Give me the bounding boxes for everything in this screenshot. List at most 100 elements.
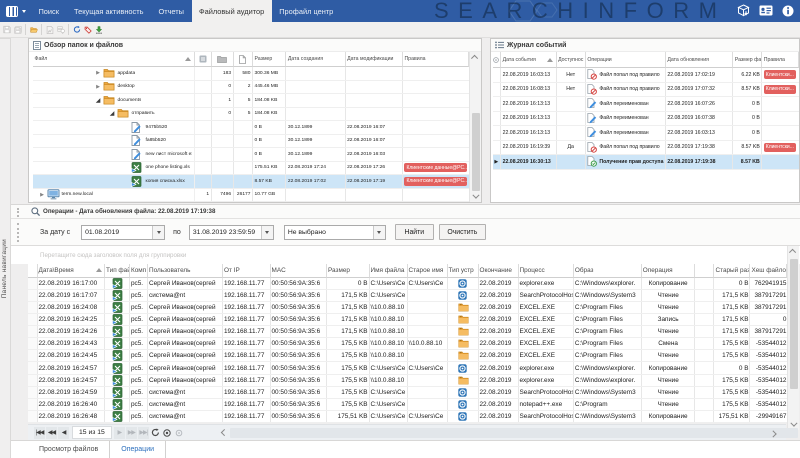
next-group-button[interactable]: ▶▶ xyxy=(125,426,137,439)
column-header-mac[interactable]: MAC xyxy=(270,264,327,278)
column-header-rules-count[interactable] xyxy=(194,52,212,67)
main-tab[interactable]: Профайл центр xyxy=(272,0,341,22)
hscrollbar-thumb[interactable] xyxy=(230,428,798,438)
operation-row[interactable]: 22.08.2019 16:17:07 pc5. система@nt 192.… xyxy=(28,289,788,302)
date-to-dropdown-button[interactable] xyxy=(260,225,273,239)
event-row[interactable]: 22.08.2019 16:30:13 Получение прав досту… xyxy=(492,155,799,170)
operation-row[interactable]: 22.08.2019 16:24:08 pc5. Сергей Иванов(с… xyxy=(28,301,788,314)
column-header-oldname[interactable]: Старое имя xyxy=(407,264,448,278)
column-header-size[interactable]: Размер xyxy=(327,264,370,278)
column-header-process[interactable]: Процесс xyxy=(518,264,574,278)
tree-expand-icon[interactable] xyxy=(94,84,103,90)
license-card-icon[interactable] xyxy=(759,5,773,16)
column-header-end[interactable]: Окончание xyxy=(478,264,519,278)
column-header-file-size[interactable]: Размер фа xyxy=(733,52,763,68)
operation-row[interactable]: 22.08.2019 16:24:45 pc5. Сергей Иванов(с… xyxy=(28,350,788,363)
scroll-down-icon[interactable] xyxy=(470,191,481,202)
event-row[interactable]: 22.08.2019 16:19:39 Да Файл попал под пр… xyxy=(492,140,799,155)
scrollbar-thumb[interactable] xyxy=(789,259,798,389)
folder-tree-row[interactable]: documents 1 5 184.08 KB xyxy=(33,94,469,108)
operation-row[interactable]: 22.08.2019 16:24:57 pc5. Сергей Иванов(с… xyxy=(28,362,788,375)
column-header-oldsize[interactable]: Старый раз xyxy=(714,264,751,278)
event-row[interactable]: 22.08.2019 16:13:13 Файл переименован 22… xyxy=(492,111,799,126)
main-tab[interactable]: Текущая активность xyxy=(66,0,150,22)
folder-tree-row[interactable]: отправить 0 5 184.08 KB xyxy=(33,107,469,121)
main-tab[interactable]: Отчеты xyxy=(151,0,192,22)
operation-row[interactable]: 22.08.2019 16:24:59 pc5. система@nt 192.… xyxy=(28,386,788,399)
last-page-button[interactable]: ▶▶| xyxy=(137,426,149,439)
folder-tree-row[interactable]: term.new.local 1 7496 26177 10.77 GB xyxy=(33,188,469,202)
prev-group-button[interactable]: ◀◀ xyxy=(46,426,57,439)
column-header-event-date[interactable]: Дата события xyxy=(501,52,557,68)
group-by-bar[interactable]: Перетащите сюда заголовок поля для групп… xyxy=(11,246,800,264)
folder-tree-row[interactable]: fa85b520 0 B 30.12.1899 22.08.2019 16:07 xyxy=(33,134,469,148)
reload-page-button[interactable] xyxy=(150,427,161,439)
folder-panel-scrollbar[interactable] xyxy=(469,52,481,202)
operation-row[interactable]: 22.08.2019 16:24:57 pc5. Сергей Иванов(с… xyxy=(28,374,788,387)
tree-expand-icon[interactable] xyxy=(108,110,117,117)
column-header-size[interactable]: Размер xyxy=(252,52,287,67)
stop-button[interactable] xyxy=(162,427,173,439)
folder-tree-row[interactable]: desktop 0 2 445.46 MB xyxy=(33,80,469,94)
search-button[interactable]: Найти xyxy=(394,224,434,240)
product-cube-icon[interactable] xyxy=(737,4,750,17)
column-header-filetype[interactable]: Тип фай xyxy=(105,264,130,278)
operations-scrollbar[interactable] xyxy=(787,246,799,430)
folder-tree-row[interactable]: копия списка.xlsx 8.57 KB 22.08.2019 17:… xyxy=(33,175,469,189)
event-row[interactable]: 22.08.2019 16:08:13 Нет Файл попал под п… xyxy=(492,82,799,97)
open-folder-button[interactable] xyxy=(29,23,39,36)
event-row[interactable]: 22.08.2019 16:13:13 Файл переименован 22… xyxy=(492,126,799,141)
date-from-dropdown-button[interactable] xyxy=(152,225,165,239)
clear-button[interactable]: Очистить xyxy=(438,224,486,240)
date-to-combo[interactable]: 31.08.2019 23:59:59 xyxy=(188,224,274,240)
column-header-datetime[interactable]: Дата\Время xyxy=(37,264,105,278)
export-button[interactable] xyxy=(56,23,66,36)
column-header-updated[interactable]: Дата обновления xyxy=(665,52,734,68)
column-header-rules[interactable]: Правила xyxy=(402,52,469,67)
operation-row[interactable]: 22.08.2019 16:26:40 pc5. система@nt 192.… xyxy=(28,398,788,412)
column-header-hash[interactable]: Хеш файло xyxy=(750,264,788,278)
scroll-up-icon[interactable] xyxy=(470,52,481,63)
tree-expand-icon[interactable] xyxy=(38,192,47,198)
column-header-file[interactable]: Файл xyxy=(33,52,195,67)
folder-tree-row[interactable]: 9475b520 0 B 30.12.1899 22.08.2019 16:07 xyxy=(33,121,469,135)
bottom-tab[interactable]: Операции xyxy=(110,441,167,458)
rule-filter-dropdown-button[interactable] xyxy=(372,225,385,239)
navigation-panel-strip[interactable]: Панель навигации xyxy=(0,38,11,458)
main-tab[interactable]: Файловый аудитор xyxy=(191,0,272,22)
folder-tree-row[interactable]: appdata 183 580 300.36 MB xyxy=(33,67,469,81)
column-header-operation[interactable]: Операция xyxy=(641,264,696,278)
column-header-filename[interactable]: Имя файла xyxy=(369,264,408,278)
drag-handle[interactable] xyxy=(17,208,20,217)
app-menu-button[interactable] xyxy=(6,5,32,18)
operation-row[interactable]: 22.08.2019 16:24:25 pc5. Сергей Иванов(с… xyxy=(28,313,788,327)
operation-row[interactable]: 22.08.2019 16:26:48 pc5. система@nt 192.… xyxy=(28,411,788,424)
scroll-up-icon[interactable] xyxy=(788,246,799,257)
settings-button[interactable] xyxy=(174,427,185,439)
column-header-rules[interactable]: Правила xyxy=(762,52,799,68)
operation-row[interactable]: 22.08.2019 16:24:43 pc5. Сергей Иванов(с… xyxy=(28,338,788,351)
scroll-left-icon[interactable] xyxy=(218,427,228,439)
folder-tree-row[interactable]: new лист microsoft ex 0 B 30.12.1899 22.… xyxy=(33,148,469,162)
column-header-files[interactable] xyxy=(233,52,253,67)
column-header-devicetype[interactable]: Тип устр xyxy=(447,264,479,278)
operation-row[interactable]: 22.08.2019 16:17:00 pc5. Сергей Иванов(с… xyxy=(28,277,788,290)
bottom-tab[interactable]: Просмотр файлов xyxy=(28,441,111,458)
column-header-folders[interactable] xyxy=(211,52,234,67)
event-row[interactable]: 22.08.2019 16:03:13 Нет Файл попал под п… xyxy=(492,68,799,83)
first-page-button[interactable]: |◀◀ xyxy=(34,426,45,439)
tree-expand-icon[interactable] xyxy=(94,97,103,104)
main-tab[interactable]: Поиск xyxy=(31,0,66,22)
folder-tree-row[interactable]: one phone listing.xls 175.51 KB 22.08.20… xyxy=(33,161,469,175)
column-header-computer[interactable]: Комп xyxy=(130,264,148,278)
report-button[interactable] xyxy=(45,23,55,36)
column-header-image[interactable]: Образ xyxy=(573,264,642,278)
scrollbar-thumb[interactable] xyxy=(471,113,480,191)
rule-filter-combo[interactable]: Не выбрано xyxy=(283,224,386,240)
prev-page-button[interactable]: ◀ xyxy=(58,426,69,439)
column-header-created[interactable]: Дата создания xyxy=(286,52,346,67)
drag-handle[interactable] xyxy=(17,223,20,242)
date-from-combo[interactable]: 01.08.2019 xyxy=(81,224,166,240)
save-button[interactable] xyxy=(2,23,12,36)
column-header-access[interactable]: Доступнос xyxy=(556,52,586,68)
